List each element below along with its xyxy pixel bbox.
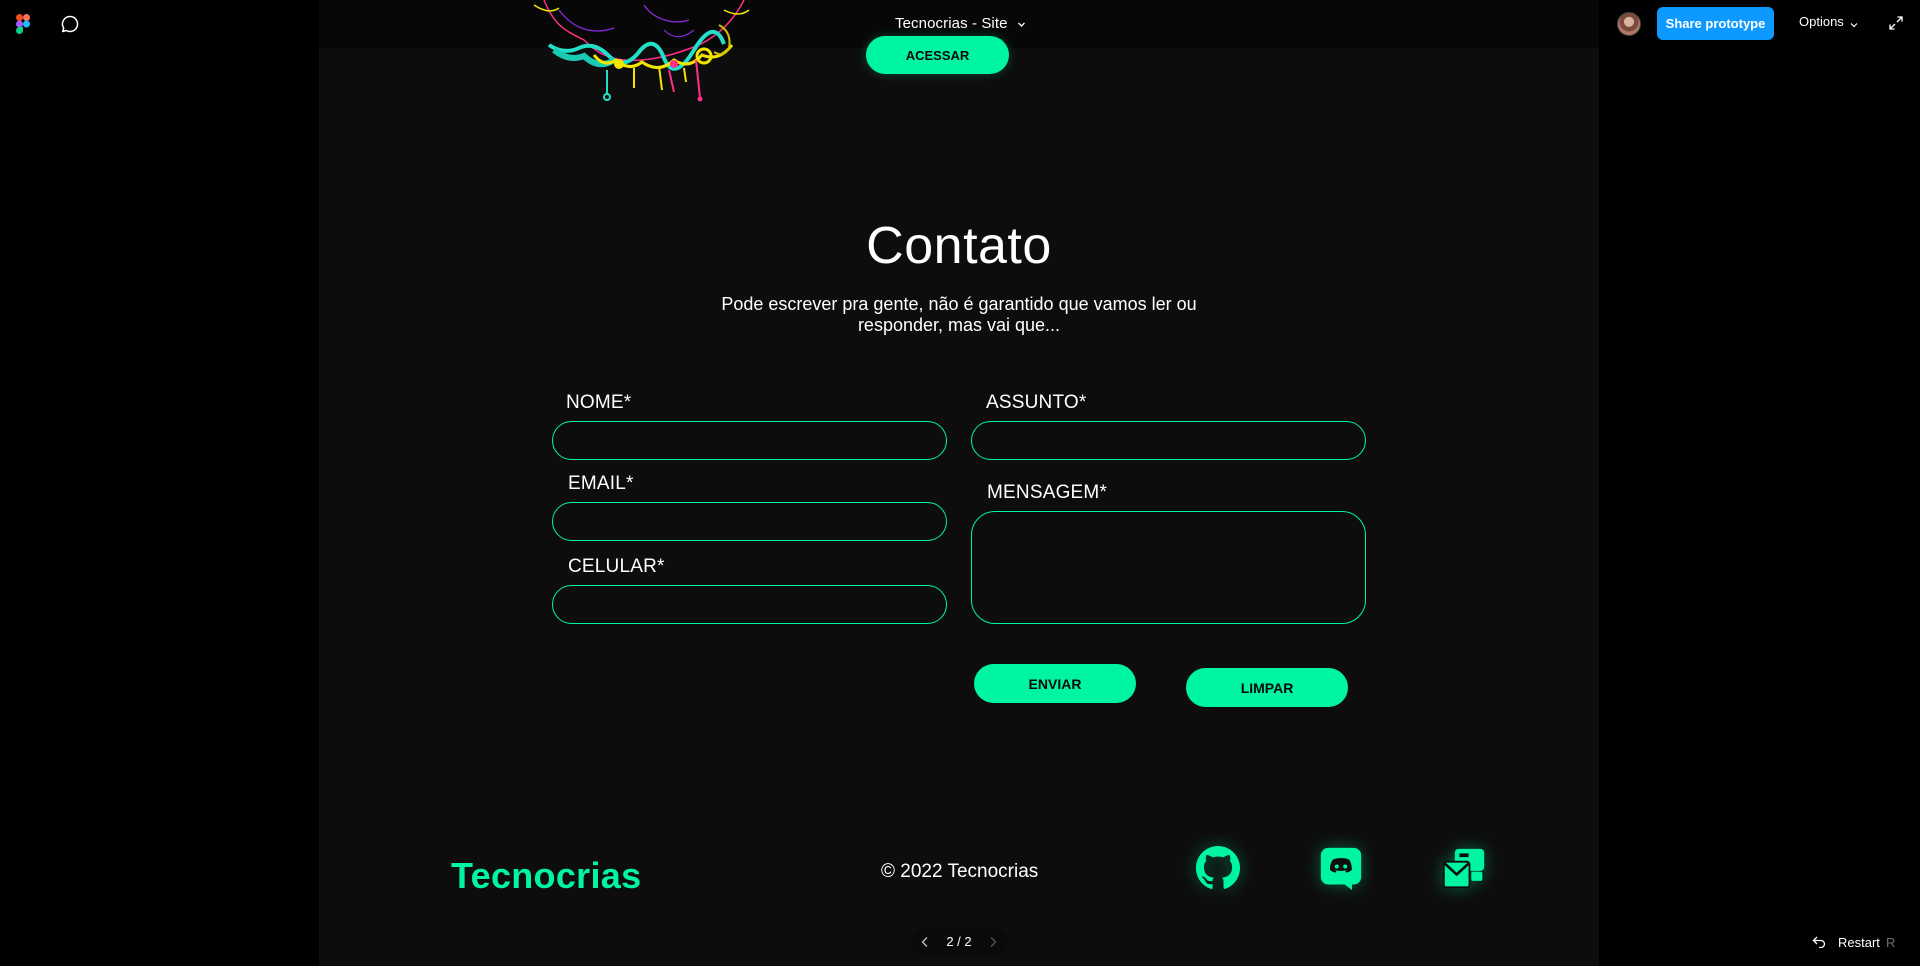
figma-logo-icon[interactable]: [16, 14, 30, 34]
avatar[interactable]: [1617, 12, 1641, 36]
assunto-field[interactable]: [971, 421, 1366, 460]
comment-icon[interactable]: [60, 14, 80, 34]
prototype-frame: ACESSAR Contato Pode escrever pra gente,…: [319, 0, 1599, 966]
share-prototype-button[interactable]: Share prototype: [1657, 7, 1774, 40]
discord-icon[interactable]: [1319, 846, 1363, 890]
footer-brand[interactable]: Tecnocrias: [451, 855, 641, 897]
github-icon[interactable]: [1195, 845, 1241, 891]
mensagem-label: MENSAGEM*: [987, 482, 1108, 503]
restart-shortcut: R: [1886, 935, 1896, 950]
contact-subtitle: Pode escrever pra gente, não é garantido…: [721, 294, 1197, 335]
nome-label: NOME*: [566, 392, 632, 413]
enviar-button[interactable]: ENVIAR: [974, 664, 1136, 703]
document-title[interactable]: Tecnocrias - Site: [895, 15, 1008, 32]
chevron-down-icon[interactable]: [1017, 20, 1026, 29]
chevron-right-icon[interactable]: [987, 936, 999, 948]
assunto-label: ASSUNTO*: [986, 392, 1087, 413]
email-field[interactable]: [552, 502, 947, 541]
celular-field[interactable]: [552, 585, 947, 624]
celular-label: CELULAR*: [568, 556, 665, 577]
options-button[interactable]: Options: [1799, 14, 1844, 29]
prototype-toolbar: Tecnocrias - Site Share prototype Option…: [0, 0, 1920, 48]
nome-field[interactable]: [552, 421, 947, 460]
page-navigator: 2 / 2: [911, 928, 1007, 956]
restart-icon: [1812, 936, 1826, 948]
limpar-button[interactable]: LIMPAR: [1186, 668, 1348, 707]
email-label: EMAIL*: [568, 473, 634, 494]
contact-title: Contato: [866, 217, 1052, 275]
chevron-down-icon[interactable]: [1850, 21, 1858, 29]
mail-icon[interactable]: [1442, 847, 1486, 891]
restart-label: Restart: [1838, 935, 1880, 950]
expand-icon[interactable]: [1888, 15, 1904, 31]
mensagem-field[interactable]: [971, 511, 1366, 624]
copyright-text: © 2022 Tecnocrias: [881, 861, 1039, 882]
